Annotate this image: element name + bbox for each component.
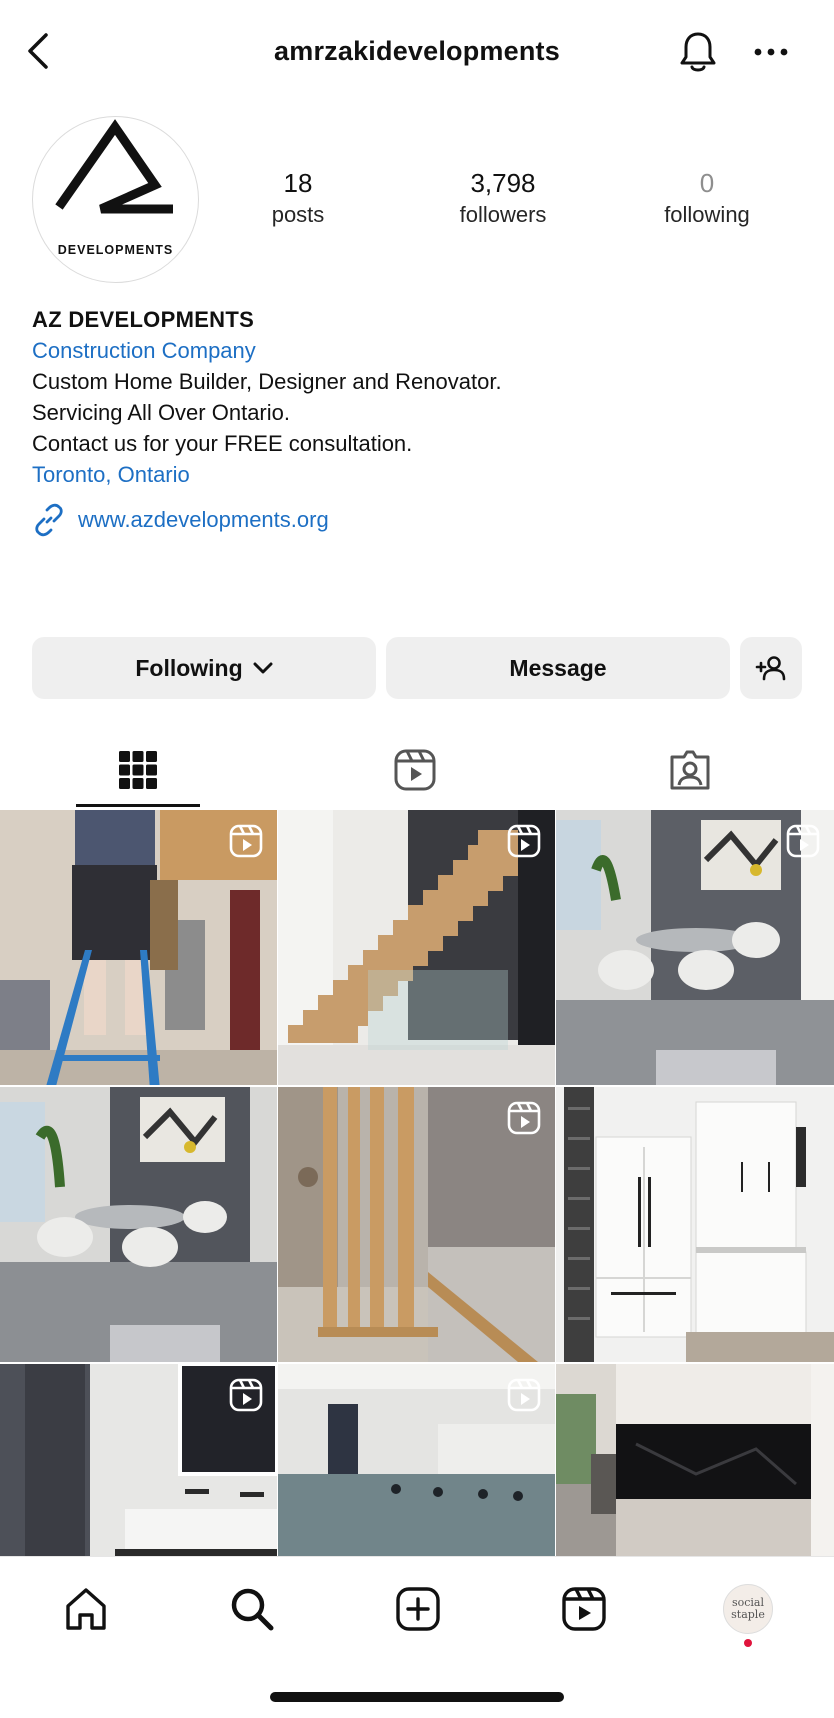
nav-reels[interactable] <box>554 1579 614 1639</box>
post-image <box>556 1364 834 1556</box>
post-tile[interactable] <box>0 810 277 1085</box>
nav-search[interactable] <box>222 1579 282 1639</box>
profile-bio: AZ DEVELOPMENTS Construction Company Cus… <box>32 304 802 490</box>
reel-badge-icon <box>507 824 541 858</box>
tab-tagged[interactable] <box>628 730 752 810</box>
reel-badge-icon <box>507 1101 541 1135</box>
bell-icon <box>680 32 716 72</box>
profile-avatar-small: social staple <box>723 1584 773 1634</box>
more-options-button[interactable] <box>748 32 794 72</box>
post-tile[interactable] <box>556 810 834 1085</box>
post-tile[interactable] <box>556 1087 834 1362</box>
tagged-user-icon <box>670 750 710 790</box>
posts-count: 18 <box>283 168 313 198</box>
notification-dot <box>744 1639 752 1647</box>
posts-grid <box>0 810 834 1556</box>
add-user-icon <box>755 656 786 681</box>
reel-badge-icon <box>786 824 820 858</box>
followers-label: followers <box>459 202 547 227</box>
grid-icon <box>119 751 157 789</box>
website-text: www.azdevelopments.org <box>78 507 329 532</box>
nav-create[interactable] <box>388 1579 448 1639</box>
post-tile[interactable] <box>278 1364 555 1556</box>
stat-following[interactable]: 0 following <box>622 166 792 230</box>
nav-profile[interactable]: social staple <box>718 1579 778 1639</box>
reel-badge-icon <box>229 1378 263 1412</box>
profile-tabs <box>0 730 834 810</box>
following-label: following <box>664 202 750 227</box>
active-tab-indicator <box>76 804 200 807</box>
chevron-down-icon <box>253 662 273 674</box>
bio-line: Contact us for your FREE consultation. <box>32 431 413 456</box>
nav-home[interactable] <box>56 1579 116 1639</box>
followers-count: 3,798 <box>470 168 536 198</box>
profile-avatar[interactable]: DEVELOPMENTS <box>32 116 199 283</box>
tab-reels[interactable] <box>353 730 477 810</box>
link-icon <box>35 503 63 537</box>
following-count: 0 <box>699 168 715 198</box>
notifications-button[interactable] <box>674 28 722 76</box>
avatar-text-line: staple <box>731 1608 765 1621</box>
reels-icon <box>562 1587 606 1631</box>
stat-followers[interactable]: 3,798 followers <box>418 166 588 230</box>
suggested-users-button[interactable] <box>740 637 802 699</box>
reels-icon <box>394 749 436 791</box>
display-name: AZ DEVELOPMENTS <box>32 307 255 332</box>
avatar-logo-text: DEVELOPMENTS <box>57 243 174 257</box>
post-tile[interactable] <box>0 1087 277 1362</box>
create-icon <box>396 1587 440 1631</box>
reel-badge-icon <box>507 1378 541 1412</box>
message-button-label: Message <box>509 654 607 681</box>
az-logo <box>55 119 173 214</box>
category-link[interactable]: Construction Company <box>32 335 802 366</box>
posts-label: posts <box>271 202 325 227</box>
tab-grid[interactable] <box>76 730 200 810</box>
home-indicator[interactable] <box>270 1692 564 1702</box>
bio-line: Servicing All Over Ontario. <box>32 400 290 425</box>
stat-posts[interactable]: 18 posts <box>213 166 383 230</box>
search-icon <box>231 1588 274 1631</box>
post-tile[interactable] <box>556 1364 834 1556</box>
post-tile[interactable] <box>0 1364 277 1556</box>
post-tile[interactable] <box>278 810 555 1085</box>
following-button-label: Following <box>135 654 243 681</box>
reel-badge-icon <box>229 824 263 858</box>
following-button[interactable]: Following <box>32 637 376 699</box>
website-link[interactable]: www.azdevelopments.org <box>32 500 329 540</box>
post-image <box>556 1087 834 1362</box>
more-horizontal-icon <box>754 48 788 56</box>
message-button[interactable]: Message <box>386 637 730 699</box>
profile-header: amrzakidevelopments <box>0 0 834 104</box>
location-link[interactable]: Toronto, Ontario <box>32 459 802 490</box>
post-tile[interactable] <box>278 1087 555 1362</box>
bio-line: Custom Home Builder, Designer and Renova… <box>32 369 502 394</box>
post-image <box>0 1087 277 1362</box>
home-icon <box>66 1588 106 1630</box>
